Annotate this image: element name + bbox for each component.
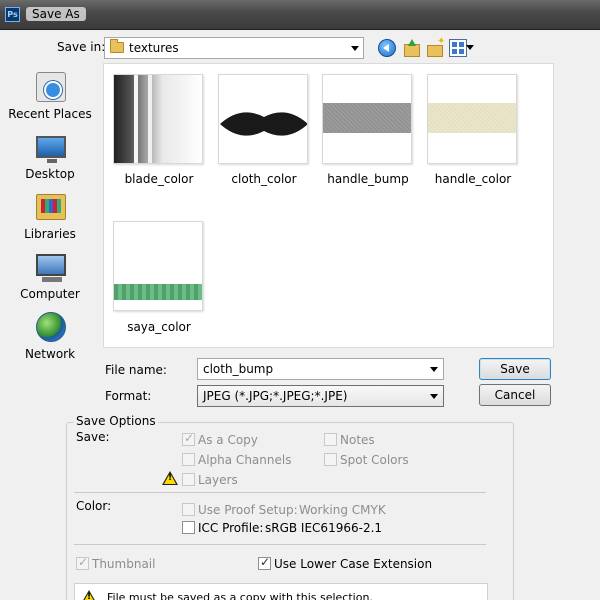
divider	[74, 544, 486, 545]
thumbnail-checkbox[interactable]	[76, 555, 89, 570]
use-proof-setup-value: Working CMYK	[299, 503, 386, 517]
file-name-label[interactable]: handle_color	[418, 172, 528, 186]
place-libraries[interactable]: Libraries	[0, 190, 100, 246]
computer-icon	[36, 254, 66, 282]
spot-colors-label: Spot Colors	[340, 453, 409, 467]
place-label: Network	[24, 347, 76, 361]
file-thumbnail-cloth-color[interactable]	[218, 74, 308, 164]
file-thumbnail-saya-color[interactable]	[113, 221, 203, 311]
color-section-label: Color:	[76, 499, 112, 513]
save-in-dropdown[interactable]: textures	[104, 37, 364, 59]
save-as-dialog: Save in: textures Recent Places Desktop …	[0, 30, 600, 600]
file-browser[interactable]: blade_color cloth_color handle_bump hand…	[103, 63, 554, 348]
format-value[interactable]: JPEG (*.JPG;*.JPEG;*.JPE)	[203, 389, 347, 403]
places-bar: Recent Places Desktop Libraries Computer…	[0, 60, 100, 361]
file-name-label[interactable]: handle_bump	[313, 172, 423, 186]
new-folder-icon[interactable]	[426, 36, 445, 57]
cloth-shape-icon	[220, 112, 307, 136]
format-field-label: Format:	[105, 389, 152, 403]
file-thumbnail-handle-bump[interactable]	[322, 74, 412, 164]
file-name-label[interactable]: cloth_color	[209, 172, 319, 186]
network-icon	[36, 312, 66, 342]
format-select[interactable]: JPEG (*.JPG;*.JPEG;*.JPE)	[197, 385, 444, 407]
up-folder-icon[interactable]	[402, 39, 420, 57]
chevron-down-icon[interactable]	[430, 367, 438, 372]
file-name-value[interactable]: cloth_bump	[203, 362, 273, 376]
file-name-label[interactable]: saya_color	[104, 320, 214, 334]
layers-checkbox[interactable]	[182, 473, 195, 486]
icc-profile-value: sRGB IEC61966-2.1	[265, 521, 383, 535]
place-label: Libraries	[24, 227, 76, 241]
photoshop-app-icon: Ps	[5, 7, 20, 22]
icc-profile-checkbox[interactable]	[182, 521, 195, 534]
layers-label: Layers	[198, 473, 238, 487]
place-desktop[interactable]: Desktop	[0, 130, 100, 186]
thumbnail-label: Thumbnail	[92, 557, 156, 571]
libraries-icon	[36, 194, 66, 220]
warning-icon	[162, 471, 178, 485]
as-a-copy-checkbox[interactable]	[182, 431, 195, 446]
place-label: Recent Places	[8, 107, 92, 121]
save-button[interactable]: Save	[479, 358, 551, 380]
views-menu-icon[interactable]	[449, 39, 467, 57]
use-proof-setup-label: Use Proof Setup:	[198, 503, 298, 517]
file-name-label[interactable]: blade_color	[104, 172, 214, 186]
file-name-field-label: File name:	[105, 363, 167, 377]
save-in-label: Save in:	[57, 40, 106, 54]
place-computer[interactable]: Computer	[0, 250, 100, 306]
folder-icon	[110, 39, 124, 53]
place-network[interactable]: Network	[0, 310, 100, 366]
alpha-channels-checkbox[interactable]	[182, 453, 195, 466]
save-options-title: Save Options	[74, 414, 158, 428]
place-recent-places[interactable]: Recent Places	[0, 70, 100, 126]
window-title: Save As	[26, 7, 86, 21]
file-thumbnail-handle-color[interactable]	[427, 74, 517, 164]
file-thumbnail-blade-color[interactable]	[113, 74, 203, 164]
warning-message-box: File must be saved as a copy with this s…	[74, 583, 488, 600]
as-a-copy-label: As a Copy	[198, 433, 258, 447]
save-in-folder-name: textures	[129, 41, 179, 55]
desktop-icon	[36, 136, 66, 163]
place-label: Desktop	[25, 167, 75, 181]
warning-icon	[81, 590, 97, 600]
use-proof-setup-checkbox[interactable]	[182, 503, 195, 516]
divider	[74, 492, 486, 493]
back-icon[interactable]	[378, 39, 396, 57]
cancel-button[interactable]: Cancel	[479, 384, 551, 406]
alpha-channels-label: Alpha Channels	[198, 453, 292, 467]
views-chevron-down-icon[interactable]	[466, 45, 474, 50]
recent-places-icon	[36, 72, 66, 102]
chevron-down-icon[interactable]	[351, 46, 359, 51]
save-section-label: Save:	[76, 430, 110, 444]
title-bar: Ps Save As	[0, 0, 600, 30]
lower-case-extension-label: Use Lower Case Extension	[274, 557, 433, 571]
lower-case-extension-checkbox[interactable]	[258, 555, 271, 570]
warning-message: File must be saved as a copy with this s…	[107, 591, 373, 600]
spot-colors-checkbox[interactable]	[324, 453, 337, 466]
notes-label: Notes	[340, 433, 375, 447]
icc-profile-label: ICC Profile:	[198, 521, 264, 535]
place-label: Computer	[20, 287, 80, 301]
notes-checkbox[interactable]	[324, 433, 337, 446]
file-name-input[interactable]: cloth_bump	[197, 358, 444, 380]
chevron-down-icon[interactable]	[430, 394, 438, 399]
